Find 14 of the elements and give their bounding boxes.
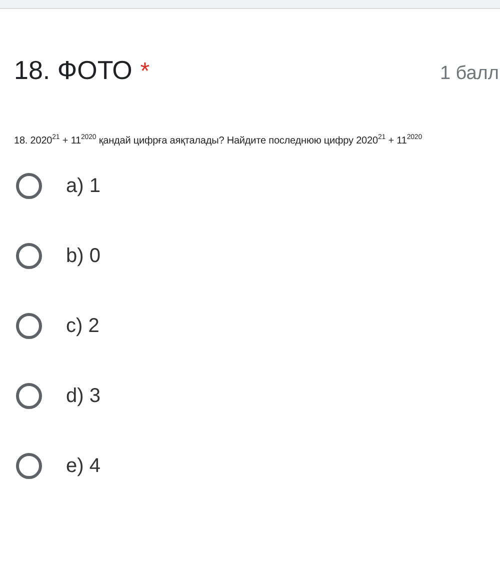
question-title: 18. ФОТО: [14, 55, 132, 86]
radio-button[interactable]: [16, 313, 42, 339]
option-label: c) 2: [66, 314, 100, 338]
radio-button[interactable]: [16, 243, 42, 269]
option-label: e) 4: [66, 454, 100, 478]
option-label: d) 3: [66, 384, 100, 408]
radio-button[interactable]: [16, 383, 42, 409]
option-label: b) 0: [66, 244, 100, 268]
radio-button[interactable]: [16, 453, 42, 479]
radio-button[interactable]: [16, 173, 42, 199]
points-label: 1 балл: [440, 63, 499, 85]
option-label: a) 1: [66, 174, 100, 198]
question-text: 18. 2020$^{21}$ + 11$^{2020}$ қандай цифрға аяқталады? Найдите последнюю цифру 2020$^{21}$ + 11$^{2020}$: [14, 134, 422, 146]
required-mark: *: [140, 58, 150, 86]
